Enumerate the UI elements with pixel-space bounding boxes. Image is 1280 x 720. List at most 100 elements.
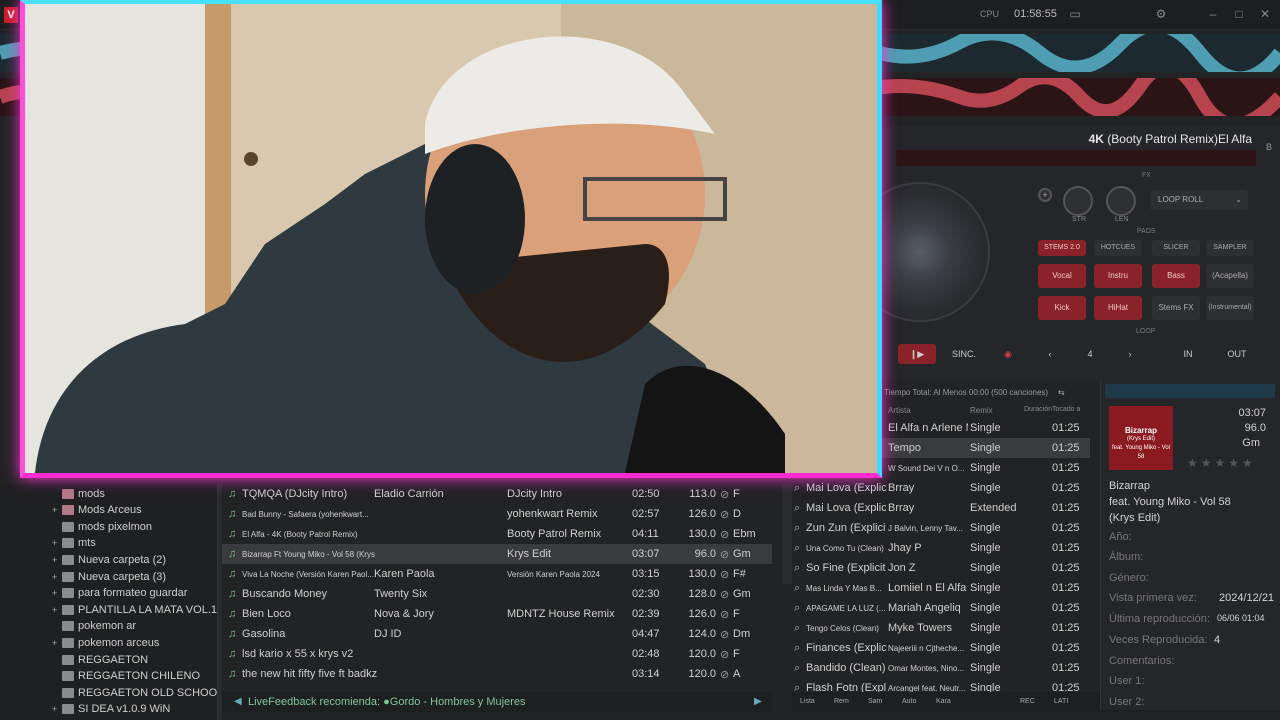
info-time: 03:07 — [1238, 407, 1266, 419]
folder-item[interactable]: + pokemon arceus — [52, 634, 159, 651]
add-fx-icon[interactable]: + — [1038, 188, 1052, 202]
mini-waveform[interactable] — [896, 150, 1256, 166]
record-icon[interactable]: ◉ — [998, 344, 1018, 364]
pad-instrumental[interactable]: (Instrumental) — [1206, 296, 1254, 320]
track-key: F — [733, 488, 740, 500]
sidelist-row[interactable]: ⌕ Tengo Celos (Clean) Myke Towers Single 01:… — [792, 618, 1090, 638]
track-row[interactable]: ♫ Bizarrap Ft Young Miko - Vol 58 (Krys Kr… — [222, 544, 772, 564]
track-row[interactable]: ♫ the new hit fifty five ft badkz 03:14 120… — [222, 664, 772, 684]
sidelist-row[interactable]: ⌕ Zun Zun (Explicit) J Balvin, Lenny Tav..… — [792, 518, 1090, 538]
toolbar-item[interactable]: Kara — [936, 692, 951, 712]
tab-hotcues[interactable]: HOTCUES — [1094, 240, 1142, 256]
folder-item[interactable]: + para formateo guardar — [52, 585, 187, 602]
sync-button[interactable]: SINC. — [948, 344, 980, 364]
pad-instru[interactable]: Instru — [1094, 264, 1142, 288]
header-played[interactable]: Tocado a — [1052, 406, 1080, 413]
pad-hihat[interactable]: HiHat — [1094, 296, 1142, 320]
header-duration[interactable]: Duración — [1024, 406, 1052, 413]
expand-icon[interactable]: + — [52, 505, 62, 515]
track-row[interactable]: ♫ Bien Loco Nova & Jory MDNTZ House Remix 02… — [222, 604, 772, 624]
fx-len-knob[interactable] — [1106, 186, 1136, 216]
folder-item[interactable]: REGGAETON CHILENO — [52, 668, 200, 685]
folder-icon — [62, 621, 74, 632]
loop-in-button[interactable]: IN — [1170, 344, 1206, 364]
track-title: the new hit fifty five ft badkz — [242, 668, 378, 680]
sidelist-artist: Jon Z — [888, 562, 916, 574]
toolbar-item[interactable]: Lista — [800, 692, 815, 712]
folder-icon — [62, 671, 74, 682]
folder-item[interactable]: + Mods Arceus — [52, 502, 142, 519]
sidelist-remix: Single — [970, 542, 1001, 554]
track-key: D — [733, 508, 741, 520]
toolbar-item[interactable]: Rem — [834, 692, 849, 712]
expand-icon[interactable]: + — [52, 704, 62, 714]
minimize-icon[interactable]: – — [1206, 7, 1220, 21]
track-row[interactable]: ♫ Buscando Money Twenty Six 02:30 128.0 ⊘ Gm — [222, 584, 772, 604]
folder-item[interactable]: pokemon ar — [52, 618, 136, 635]
expand-icon[interactable]: + — [52, 588, 62, 598]
maximize-icon[interactable]: □ — [1232, 7, 1246, 21]
livefeedback-text[interactable]: LiveFeedback recomienda: ●Gordo - Hombre… — [248, 692, 525, 712]
calendar-icon[interactable]: ▭ — [1068, 7, 1082, 21]
play-arrow-icon[interactable]: ▶ — [754, 692, 762, 712]
loop-roll-select[interactable]: LOOP ROLL ⌄ — [1150, 190, 1248, 210]
sidelist-row[interactable]: ⌕ Finances (Explicit)Najeeriii n Cjtheche… — [792, 638, 1090, 658]
pad-vocal[interactable]: Vocal — [1038, 264, 1086, 288]
folder-item[interactable]: mods — [52, 485, 105, 502]
pad-acapella[interactable]: (Acapella) — [1206, 264, 1254, 288]
loop-out-button[interactable]: OUT — [1220, 344, 1254, 364]
expand-icon[interactable]: + — [52, 538, 62, 548]
folder-item[interactable]: mods pixelmon — [52, 518, 152, 535]
folder-item[interactable]: REGGAETON — [52, 651, 148, 668]
track-row[interactable]: ♫ lsd kario x 55 x krys v2 02:48 120.0 ⊘ F — [222, 644, 772, 664]
tab-stems[interactable]: STEMS 2.0 — [1038, 240, 1086, 256]
sidelist-row[interactable]: ⌕ So Fine (Explicit) Jon Z Single 01:25 — [792, 558, 1090, 578]
sidelist-played: 01:25 — [1052, 502, 1080, 514]
folder-item[interactable]: + Nueva carpeta (3) — [52, 568, 166, 585]
back-arrow-icon[interactable]: ◀ — [234, 692, 242, 712]
track-row[interactable]: ♫ Bad Bunny - Safaera (yohenkwart... yohen… — [222, 504, 772, 524]
sidelist-row[interactable]: ⌕ Mai Lova (Explicit)Brray Single 01:25 — [792, 478, 1090, 498]
header-remix[interactable]: Remix — [970, 406, 993, 415]
header-artist[interactable]: Artista — [888, 406, 911, 415]
loop-value[interactable]: 4 — [1078, 344, 1102, 364]
toolbar-item[interactable]: Sam — [868, 692, 882, 712]
folder-item[interactable]: + Nueva carpeta (2) — [52, 551, 166, 568]
pad-bass[interactable]: Bass — [1152, 264, 1200, 288]
fx-str-knob[interactable] — [1063, 186, 1093, 216]
loop-next-button[interactable]: › — [1120, 344, 1140, 364]
expand-icon[interactable]: + — [52, 638, 62, 648]
expand-icon[interactable]: + — [52, 555, 62, 565]
folder-item[interactable]: + mts — [52, 535, 96, 552]
toolbar-item[interactable]: Auto — [902, 692, 916, 712]
track-row[interactable]: ♫ Viva La Noche (Versión Karen Paol... Kar… — [222, 564, 772, 584]
pad-kick[interactable]: Kick — [1038, 296, 1086, 320]
folder-item[interactable]: + SI DEA v1.0.9 WiN — [52, 701, 170, 718]
track-row[interactable]: ♫ Gasolina DJ ID 04:47 124.0 ⊘ Dm — [222, 624, 772, 644]
sidelist-tab[interactable] — [782, 484, 792, 584]
folder-item[interactable]: + PLANTILLA LA MATA VOL.1 — [52, 601, 217, 618]
folder-item[interactable]: REGGAETON OLD SCHOOL — [52, 684, 223, 701]
close-icon[interactable]: ✕ — [1258, 7, 1272, 21]
tab-slicer[interactable]: SLICER — [1152, 240, 1200, 256]
track-row[interactable]: ♫ TQMQA (DJcity Intro) Eladio Carrión DJcit… — [222, 484, 772, 504]
toolbar-item[interactable]: REC — [1020, 692, 1035, 712]
sidelist-row[interactable]: ⌕ Una Como Tu (Clean) Jhay P Single 01:25 — [792, 538, 1090, 558]
sidelist-row[interactable]: ⌕ Mai Lova (Explicit)Brray Extended 01:25 — [792, 498, 1090, 518]
pad-stems-fx[interactable]: Stems FX — [1152, 296, 1200, 320]
expand-icon[interactable]: + — [52, 572, 62, 582]
expand-icon[interactable]: + — [52, 605, 62, 615]
play-pause-button[interactable]: ❙▶ — [898, 344, 936, 364]
sidelist-row[interactable]: ⌕ APAGAME LA LUZ (... Mariah Angeliq Single… — [792, 598, 1090, 618]
info-mini-waveform[interactable] — [1105, 384, 1275, 398]
tab-sampler[interactable]: SAMPLER — [1206, 240, 1254, 256]
toolbar-item[interactable]: LATI — [1054, 692, 1068, 712]
sidelist-row[interactable]: ⌕ Bandido (Clean) Omar Montes, Nino... Sing… — [792, 658, 1090, 678]
sidelist-row[interactable]: ⌕ Mas Linda Y Mas B... Lomiiel n El Alfa Si… — [792, 578, 1090, 598]
track-title: lsd kario x 55 x krys v2 — [242, 648, 354, 660]
track-row[interactable]: ♫ El Alfa - 4K (Booty Patrol Remix) Booty … — [222, 524, 772, 544]
rating-stars[interactable]: ★★★★★ — [1187, 456, 1256, 470]
gear-icon[interactable]: ⚙ — [1154, 7, 1168, 21]
track-bpm: 124.0 — [688, 628, 716, 640]
loop-prev-button[interactable]: ‹ — [1040, 344, 1060, 364]
